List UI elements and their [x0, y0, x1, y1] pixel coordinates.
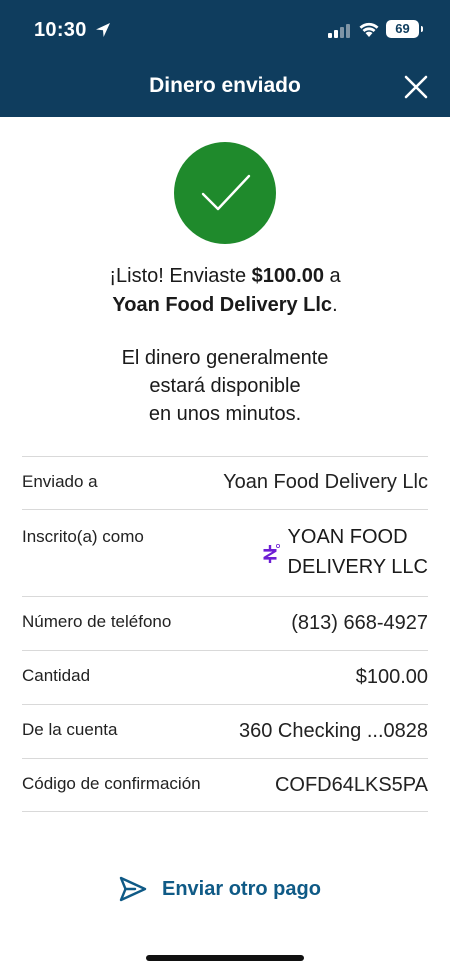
signal-icon [328, 24, 350, 38]
availability-line: El dinero generalmente [121, 347, 329, 369]
detail-value: DELIVERY LLC [287, 556, 428, 578]
send-another-payment-button[interactable]: Enviar otro pago [118, 874, 321, 904]
detail-value: 360 Checking ...0828 [238, 720, 428, 742]
detail-label: Número de teléfono [22, 612, 172, 631]
detail-row-amount: Cantidad $100.00 [22, 650, 428, 704]
status-bar: 10:30 69 [0, 0, 450, 62]
availability-line: estará disponible [149, 375, 301, 397]
availability-message: El dinero generalmente estará disponible… [20, 344, 430, 428]
transfer-details: Enviado a Yoan Food Delivery Llc Inscrit… [22, 456, 428, 812]
detail-label: Código de confirmación [22, 774, 201, 793]
detail-row-phone: Número de teléfono (813) 668-4927 [22, 596, 428, 650]
message-suffix: . [332, 294, 338, 316]
detail-row-confirmation-code: Código de confirmación COFD64LKS5PA [22, 758, 428, 812]
send-another-payment-label: Enviar otro pago [162, 877, 321, 900]
send-icon [119, 876, 147, 902]
page-title: Dinero enviado [149, 74, 301, 97]
detail-value: COFD64LKS5PA [274, 774, 428, 796]
detail-value: Yoan Food Delivery Llc [223, 471, 428, 493]
message-recipient: Yoan Food Delivery Llc [112, 294, 333, 316]
availability-line: en unos minutos. [148, 403, 302, 425]
location-arrow-icon [96, 23, 110, 37]
message-prefix: ¡Listo! Enviaste [109, 265, 252, 287]
detail-row-enrolled-as: Inscrito(a) como YOAN FOOD DELIVERY LLC [22, 509, 428, 596]
detail-row-sent-to: Enviado a Yoan Food Delivery Llc [22, 456, 428, 509]
checkmark-icon [201, 174, 251, 211]
zelle-icon [263, 543, 280, 563]
home-indicator[interactable] [146, 955, 304, 961]
detail-row-from-account: De la cuenta 360 Checking ...0828 [22, 704, 428, 758]
enrolled-name: YOAN FOOD DELIVERY LLC [260, 525, 428, 582]
battery-icon: 69 [386, 20, 423, 38]
message-amount: $100.00 [251, 265, 324, 287]
detail-label: Cantidad [22, 666, 91, 685]
wifi-icon [359, 22, 379, 37]
success-badge [174, 142, 276, 244]
detail-label: Enviado a [22, 472, 98, 491]
detail-label: De la cuenta [22, 720, 118, 739]
detail-value: (813) 668-4927 [291, 612, 428, 634]
detail-value: $100.00 [355, 666, 428, 688]
message-mid: a [323, 265, 341, 287]
status-time: 10:30 [34, 19, 87, 41]
confirmation-message: ¡Listo! Enviaste $100.00 a Yoan Food Del… [20, 262, 430, 320]
app-header: 10:30 69 Dinero enviado [0, 0, 450, 117]
detail-label: Inscrito(a) como [22, 527, 144, 546]
detail-value: YOAN FOOD [287, 526, 408, 548]
close-icon[interactable] [400, 71, 432, 103]
